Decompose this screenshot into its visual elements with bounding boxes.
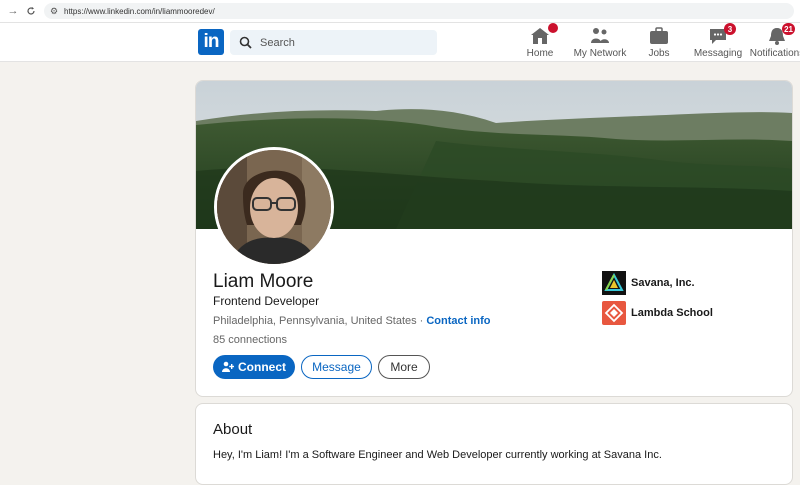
nav-item-my-network[interactable]: My Network	[568, 27, 632, 59]
connect-button[interactable]: Connect	[213, 355, 295, 379]
org-savana[interactable]: Savana, Inc.	[602, 271, 695, 295]
browser-toolbar: → ⚙ https://www.linkedin.com/in/liammoor…	[0, 0, 800, 23]
address-bar[interactable]: ⚙ https://www.linkedin.com/in/liammoored…	[44, 3, 794, 19]
nav-item-label: My Network	[573, 48, 627, 59]
profile-location-row: Philadelphia, Pennsylvania, United State…	[213, 315, 490, 327]
bell-icon: 21	[767, 23, 795, 45]
org-lambda-school[interactable]: Lambda School	[602, 301, 713, 325]
linkedin-logo[interactable]: in	[198, 29, 224, 55]
profile-headline: Frontend Developer	[213, 294, 320, 308]
nav-item-messaging[interactable]: 3 Messaging	[686, 23, 750, 59]
reload-icon[interactable]	[22, 0, 40, 22]
notification-dot	[548, 23, 558, 33]
add-person-icon	[222, 361, 234, 373]
more-button[interactable]: More	[378, 355, 430, 379]
nav-item-jobs[interactable]: Jobs	[627, 27, 691, 59]
nav-item-label: Messaging	[693, 48, 743, 59]
forward-icon[interactable]: →	[4, 0, 22, 22]
profile-name: Liam Moore	[213, 271, 314, 292]
nav-item-label: Home	[526, 48, 554, 59]
separator: ·	[419, 315, 424, 327]
org-name: Savana, Inc.	[631, 277, 695, 289]
nav-item-home[interactable]: Home	[508, 23, 572, 59]
lambda-school-logo	[602, 301, 626, 325]
site-settings-icon[interactable]: ⚙	[46, 6, 62, 17]
briefcase-icon	[649, 27, 669, 45]
nav-item-notifications[interactable]: 21 Notifications	[745, 23, 800, 59]
notifications-badge: 21	[782, 23, 795, 35]
search-input[interactable]: Search	[230, 30, 437, 55]
profile-photo[interactable]	[214, 147, 334, 267]
chat-icon: 3	[708, 23, 736, 45]
people-icon	[590, 27, 610, 45]
profile-card: Liam Moore Frontend Developer Philadelph…	[195, 80, 793, 397]
url-text: https://www.linkedin.com/in/liammooredev…	[64, 6, 215, 16]
org-name: Lambda School	[631, 307, 713, 319]
top-nav: in Search Home My Network Jobs 3 Messagi…	[0, 23, 800, 62]
messaging-badge: 3	[724, 23, 736, 35]
about-text: Hey, I'm Liam! I'm a Software Engineer a…	[213, 449, 662, 461]
home-icon	[530, 23, 558, 45]
nav-item-label: Jobs	[648, 48, 670, 59]
contact-info-link[interactable]: Contact info	[426, 315, 490, 327]
profile-location: Philadelphia, Pennsylvania, United State…	[213, 315, 417, 327]
message-button[interactable]: Message	[301, 355, 372, 379]
about-card: About Hey, I'm Liam! I'm a Software Engi…	[195, 403, 793, 485]
connections-count[interactable]: 85 connections	[213, 334, 287, 346]
search-placeholder: Search	[260, 36, 295, 49]
search-icon	[230, 36, 260, 49]
connect-label: Connect	[238, 360, 286, 374]
nav-item-label: Notifications	[749, 48, 800, 59]
savana-logo	[602, 271, 626, 295]
about-heading: About	[213, 421, 253, 438]
